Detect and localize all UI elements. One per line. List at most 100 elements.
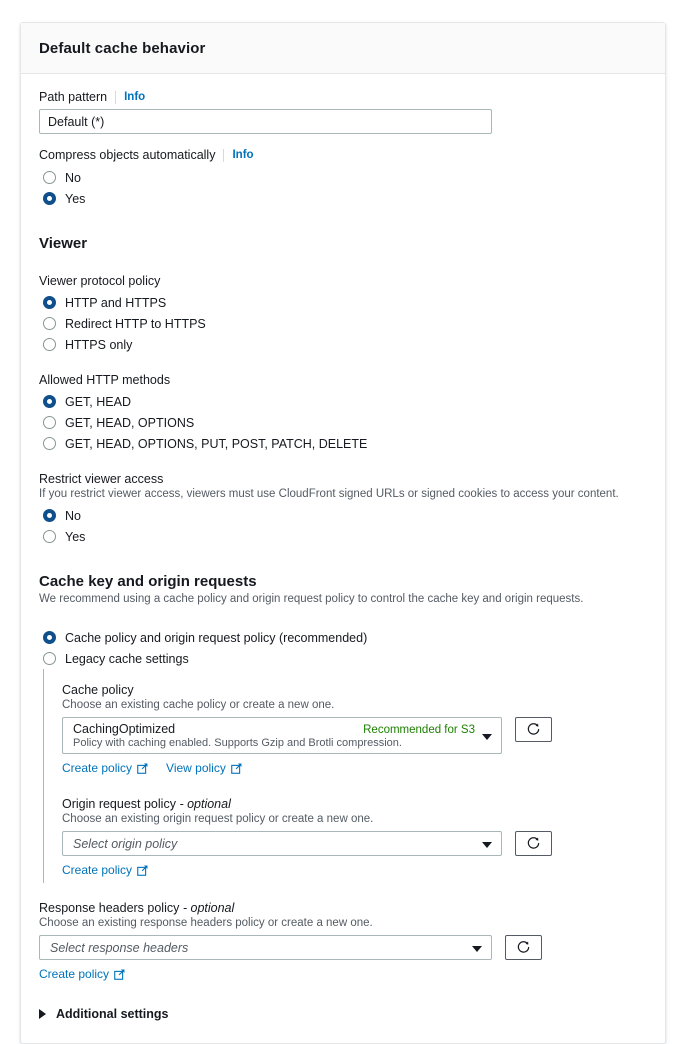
cache-policy-create-link[interactable]: Create policy [62,761,148,775]
card-body: Path pattern Info Compress objects autom… [21,74,665,1043]
restrict-access-option-yes[interactable]: Yes [39,526,647,547]
response-headers-policy-placeholder: Select response headers [50,940,189,955]
radio-label: GET, HEAD, OPTIONS [65,415,195,430]
radio-icon-selected [43,395,56,408]
allowed-methods-option-all[interactable]: GET, HEAD, OPTIONS, PUT, POST, PATCH, DE… [39,433,647,454]
allowed-methods-option-get-head[interactable]: GET, HEAD [39,391,647,412]
external-link-icon [231,763,242,774]
viewer-protocol-option-http-and-https[interactable]: HTTP and HTTPS [39,292,647,313]
origin-request-policy-hint: Choose an existing origin request policy… [62,813,374,825]
link-label: Create policy [62,761,133,775]
compress-info-link[interactable]: Info [232,149,253,161]
cache-policy-select-row: CachingOptimized Recommended for S3 Poli… [62,717,647,754]
cache-policy-nested-block: Cache policy Choose an existing cache po… [43,669,647,883]
radio-icon [43,171,56,184]
viewer-protocol-option-https-only[interactable]: HTTPS only [39,334,647,355]
viewer-protocol-option-redirect[interactable]: Redirect HTTP to HTTPS [39,313,647,334]
compress-option-no[interactable]: No [39,167,647,188]
response-headers-policy-select[interactable]: Select response headers [39,935,492,960]
path-pattern-info-link[interactable]: Info [124,91,145,103]
label-divider [223,148,225,162]
viewer-protocol-policy-label: Viewer protocol policy [39,274,161,288]
restrict-viewer-access-description: If you restrict viewer access, viewers m… [39,488,619,500]
origin-request-policy-links: Create policy [62,863,647,877]
external-link-icon [137,763,148,774]
additional-settings-toggle[interactable]: Additional settings [39,1007,647,1021]
cache-key-heading: Cache key and origin requests [39,573,257,590]
radio-icon [43,317,56,330]
link-label: Create policy [39,967,110,981]
cache-policy-refresh-button[interactable] [515,717,552,742]
radio-label: GET, HEAD, OPTIONS, PUT, POST, PATCH, DE… [65,436,368,451]
response-headers-policy-links: Create policy [39,967,647,981]
refresh-icon [527,723,540,735]
response-headers-policy-hint: Choose an existing response headers poli… [39,917,373,929]
radio-icon [43,437,56,450]
radio-label: Yes [65,191,86,206]
cache-option-legacy-settings[interactable]: Legacy cache settings [39,648,647,669]
response-headers-policy-create-link[interactable]: Create policy [39,967,125,981]
radio-icon [43,652,56,665]
response-headers-policy-label: Response headers policy - optional [39,901,647,915]
chevron-down-icon [472,945,482,952]
path-pattern-label-row: Path pattern Info [39,90,647,104]
radio-label: HTTP and HTTPS [65,295,167,310]
link-label: View policy [166,761,226,775]
cache-policy-recommended-badge: Recommended for S3 [363,724,475,736]
cache-policy-label: Cache policy [62,683,134,697]
radio-label: Cache policy and origin request policy (… [65,630,368,645]
response-headers-policy-select-row: Select response headers [39,935,647,960]
restrict-access-option-no[interactable]: No [39,505,647,526]
optional-marker: - optional [182,901,235,915]
restrict-viewer-access-label: Restrict viewer access [39,472,164,486]
radio-label: Legacy cache settings [65,651,189,666]
cache-policy-view-link[interactable]: View policy [166,761,242,775]
response-headers-policy-refresh-button[interactable] [505,935,542,960]
refresh-icon [527,837,540,849]
external-link-icon [114,969,125,980]
radio-label: No [65,508,81,523]
external-link-icon [137,865,148,876]
radio-label: Yes [65,529,86,544]
default-cache-behavior-card: Default cache behavior Path pattern Info… [20,22,666,1044]
triangle-right-icon [39,1009,46,1019]
cache-policy-selected-title: CachingOptimized [73,722,176,736]
cache-key-description: We recommend using a cache policy and or… [39,593,584,605]
viewer-heading: Viewer [39,235,88,252]
radio-icon-selected [43,192,56,205]
optional-marker: - optional [179,797,231,811]
refresh-icon [517,941,530,953]
radio-icon-selected [43,296,56,309]
origin-request-policy-select[interactable]: Select origin policy [62,831,502,856]
cache-policy-hint: Choose an existing cache policy or creat… [62,699,335,711]
radio-icon [43,338,56,351]
page-root: Default cache behavior Path pattern Info… [0,0,686,1044]
radio-label: HTTPS only [65,337,133,352]
compress-label-row: Compress objects automatically Info [39,148,647,162]
cache-policy-links: Create policy View policy [62,761,647,775]
origin-request-policy-select-row: Select origin policy [62,831,647,856]
radio-label: No [65,170,81,185]
origin-request-policy-create-link[interactable]: Create policy [62,863,148,877]
label-text: Origin request policy [62,797,176,811]
radio-icon-selected [43,631,56,644]
allowed-http-methods-label: Allowed HTTP methods [39,373,171,387]
cache-policy-select[interactable]: CachingOptimized Recommended for S3 Poli… [62,717,502,754]
chevron-down-icon [482,733,492,740]
label-divider [115,90,117,104]
path-pattern-input[interactable] [39,109,492,134]
compress-label: Compress objects automatically [39,148,216,162]
origin-request-policy-refresh-button[interactable] [515,831,552,856]
radio-label: GET, HEAD [65,394,131,409]
allowed-methods-option-get-head-options[interactable]: GET, HEAD, OPTIONS [39,412,647,433]
additional-settings-label: Additional settings [56,1007,169,1021]
path-pattern-label: Path pattern [39,90,108,104]
radio-label: Redirect HTTP to HTTPS [65,316,206,331]
cache-option-policy-recommended[interactable]: Cache policy and origin request policy (… [39,627,647,648]
cache-policy-selected-description: Policy with caching enabled. Supports Gz… [73,737,402,749]
radio-icon [43,530,56,543]
radio-icon-selected [43,509,56,522]
chevron-down-icon [482,841,492,848]
origin-request-policy-placeholder: Select origin policy [73,836,178,851]
compress-option-yes[interactable]: Yes [39,188,647,209]
